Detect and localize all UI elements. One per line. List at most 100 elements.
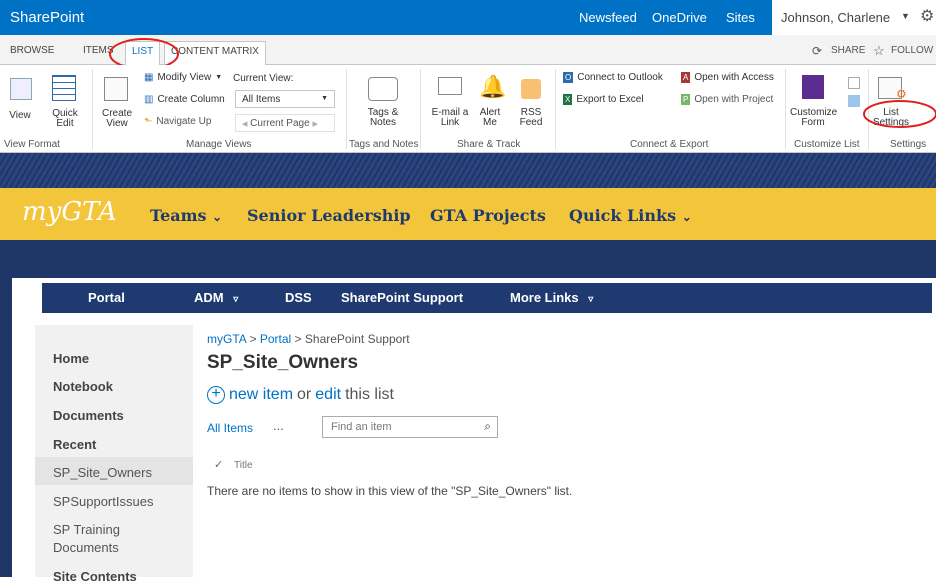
user-name: Johnson, Charlene (781, 10, 891, 25)
edit-list-link[interactable]: edit (315, 386, 341, 404)
share-button[interactable]: SHARE (831, 45, 865, 56)
modify-view-icon: ▦ (144, 72, 154, 83)
next-page-icon[interactable]: ▶ (312, 121, 317, 128)
current-page-pager[interactable]: ◀ Current Page ▶ (235, 114, 335, 132)
create-column-icon: ▥ (144, 94, 154, 105)
empty-list-message: There are no items to show in this view … (207, 484, 573, 498)
group-settings: Settings (890, 139, 927, 150)
alert-me-button[interactable]: Alert Me (476, 108, 504, 128)
connect-outlook-button[interactable]: O Connect to Outlook (563, 72, 663, 83)
topnav-sharepoint-support[interactable]: SharePoint Support (341, 290, 463, 305)
open-project-button[interactable]: P Open with Project (681, 94, 773, 105)
chevron-down-icon: ▿ (233, 294, 239, 305)
list-settings-highlight (863, 100, 936, 128)
breadcrumb-mygta[interactable]: myGTA (207, 332, 246, 346)
quick-edit-icon (52, 75, 76, 101)
outlook-icon: O (563, 72, 574, 83)
email-icon (438, 77, 462, 95)
topnav-dss[interactable]: DSS (285, 290, 312, 305)
current-page-label: Current Page (250, 118, 310, 129)
gear-icon[interactable]: ⚙ (920, 6, 934, 26)
search-icon[interactable]: ⌕ (484, 419, 491, 434)
group-view-format: View Format (4, 139, 60, 150)
nav-gta-projects[interactable]: GTA Projects (430, 206, 546, 225)
group-customize-list: Customize List (794, 139, 860, 150)
navigate-up-icon: ⬑ (144, 116, 153, 127)
new-item-link[interactable]: new item (229, 386, 293, 404)
new-item-row: + new item or edit this list (207, 386, 394, 404)
email-link-button[interactable]: E-mail a Link (428, 108, 472, 128)
view-button[interactable]: View (2, 111, 38, 121)
star-icon: ☆ (873, 43, 885, 58)
bell-icon: 🔔 (479, 74, 507, 99)
nav-teams[interactable]: Teams ⌄ (150, 206, 222, 225)
create-view-button[interactable]: Create View (100, 109, 134, 129)
onedrive-link[interactable]: OneDrive (652, 10, 707, 25)
chevron-down-icon: ⌄ (681, 210, 692, 224)
tab-browse[interactable]: BROWSE (4, 41, 60, 65)
nav-senior-leadership[interactable]: Senior Leadership (247, 206, 411, 225)
chevron-down-icon: ▼ (901, 11, 910, 21)
chevron-down-icon: ▼ (321, 95, 328, 102)
chevron-down-icon: ⌄ (212, 210, 223, 224)
user-menu[interactable]: Johnson, Charlene ▼ ⚙ (772, 0, 936, 35)
prev-page-icon[interactable]: ◀ (242, 121, 247, 128)
topnav-portal[interactable]: Portal (88, 290, 125, 305)
search-input[interactable]: Find an item ⌕ (322, 416, 498, 438)
project-icon: P (681, 94, 691, 105)
leftnav-home[interactable]: Home (53, 351, 89, 366)
edit-list-icon[interactable] (848, 77, 860, 89)
group-share-track: Share & Track (457, 139, 521, 150)
customize-form-icon (802, 75, 824, 99)
page-title: SP_Site_Owners (207, 352, 359, 373)
left-nav: Home Notebook Documents Recent SP_Site_O… (35, 325, 193, 584)
modify-view-button[interactable]: ▦ Modify View ▼ (144, 72, 222, 83)
follow-button[interactable]: FOLLOW (891, 45, 933, 56)
checkmark-icon[interactable]: ✓ (214, 458, 223, 471)
create-view-icon (104, 77, 128, 101)
topnav-more-links[interactable]: More Links ▿ (510, 290, 593, 305)
leftnav-recent-item[interactable]: SP Training Documents (53, 521, 153, 557)
sites-link[interactable]: Sites (726, 10, 755, 25)
leftnav-recent-item[interactable]: SPSupportIssues (53, 494, 153, 509)
access-icon: A (681, 72, 691, 83)
group-manage-views: Manage Views (186, 139, 252, 150)
nav-quick-links[interactable]: Quick Links ⌄ (569, 206, 692, 225)
mygta-logo[interactable]: myGTA (22, 197, 117, 227)
banner-band (0, 240, 936, 278)
breadcrumb-portal[interactable]: Portal (260, 332, 291, 346)
search-placeholder: Find an item (331, 421, 392, 433)
top-nav (42, 283, 932, 313)
excel-small-icon[interactable] (848, 95, 860, 107)
group-connect-export: Connect & Export (630, 139, 709, 150)
newsfeed-link[interactable]: Newsfeed (579, 10, 637, 25)
rss-feed-button[interactable]: RSS Feed (516, 108, 546, 128)
leftnav-documents[interactable]: Documents (53, 408, 124, 423)
sync-icon: ⟳ (812, 44, 823, 58)
plus-circle-icon[interactable]: + (207, 386, 225, 404)
export-excel-button[interactable]: X Export to Excel (563, 94, 644, 105)
breadcrumb-current: SharePoint Support (304, 332, 410, 346)
customize-form-button[interactable]: Customize Form (790, 108, 837, 128)
open-access-button[interactable]: A Open with Access (681, 72, 774, 83)
current-view-value: All Items (242, 94, 281, 105)
column-header-title[interactable]: Title (234, 460, 253, 471)
leftnav-recent[interactable]: Recent (53, 437, 96, 452)
rss-icon (521, 79, 541, 99)
leftnav-notebook[interactable]: Notebook (53, 379, 113, 394)
chevron-down-icon: ▿ (588, 294, 594, 305)
create-column-button[interactable]: ▥ Create Column (144, 94, 225, 105)
more-options-icon[interactable]: ... (273, 418, 284, 433)
navigate-up-button[interactable]: ⬑ Navigate Up (144, 116, 211, 127)
leftnav-recent-item[interactable]: SP_Site_Owners (53, 465, 152, 480)
breadcrumb: myGTA > Portal > SharePoint Support (207, 332, 410, 346)
sharepoint-brand[interactable]: SharePoint (10, 9, 84, 26)
side-edge (0, 278, 12, 577)
topnav-adm[interactable]: ADM ▿ (194, 290, 238, 305)
tags-icon (368, 77, 398, 101)
group-tags-notes: Tags and Notes (349, 139, 419, 150)
tags-notes-button[interactable]: Tags & Notes (360, 108, 406, 128)
current-view-select[interactable]: All Items ▼ (235, 90, 335, 108)
view-all-items[interactable]: All Items (207, 421, 253, 435)
quick-edit-button[interactable]: Quick Edit (50, 109, 80, 129)
